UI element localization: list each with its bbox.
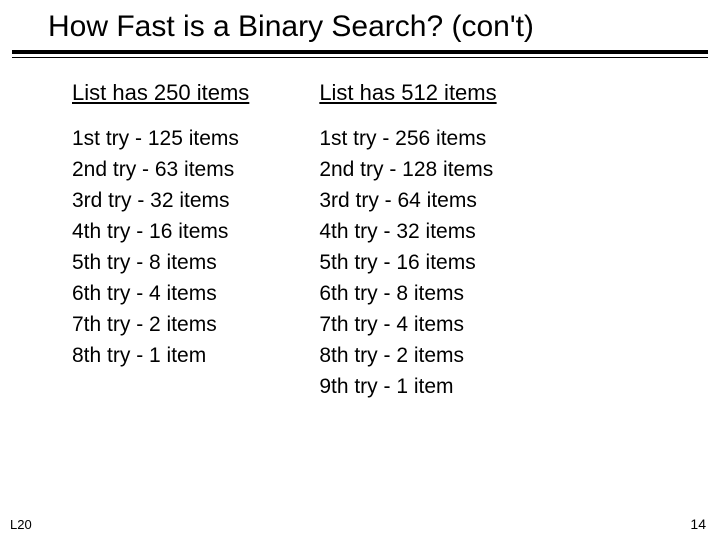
list-item: 2nd try - 128 items bbox=[319, 159, 496, 180]
list-item: 5th try - 16 items bbox=[319, 252, 496, 273]
list-item: 4th try - 32 items bbox=[319, 221, 496, 242]
left-column: List has 250 items 1st try - 125 items 2… bbox=[72, 82, 249, 407]
list-item: 8th try - 2 items bbox=[319, 345, 496, 366]
right-column-header: List has 512 items bbox=[319, 82, 496, 104]
list-item: 6th try - 8 items bbox=[319, 283, 496, 304]
list-item: 7th try - 2 items bbox=[72, 314, 249, 335]
list-item: 3rd try - 32 items bbox=[72, 190, 249, 211]
list-item: 3rd try - 64 items bbox=[319, 190, 496, 211]
list-item: 5th try - 8 items bbox=[72, 252, 249, 273]
list-item: 4th try - 16 items bbox=[72, 221, 249, 242]
list-item: 1st try - 125 items bbox=[72, 128, 249, 149]
list-item: 1st try - 256 items bbox=[319, 128, 496, 149]
footer-right-page-number: 14 bbox=[690, 516, 706, 532]
list-item: 2nd try - 63 items bbox=[72, 159, 249, 180]
list-item: 8th try - 1 item bbox=[72, 345, 249, 366]
footer-left: L20 bbox=[10, 517, 32, 532]
list-item: 7th try - 4 items bbox=[319, 314, 496, 335]
left-column-header: List has 250 items bbox=[72, 82, 249, 104]
right-column: List has 512 items 1st try - 256 items 2… bbox=[319, 82, 496, 407]
slide-title: How Fast is a Binary Search? (con't) bbox=[0, 0, 720, 50]
content-area: List has 250 items 1st try - 125 items 2… bbox=[0, 58, 720, 407]
list-item: 9th try - 1 item bbox=[319, 376, 496, 397]
slide: How Fast is a Binary Search? (con't) Lis… bbox=[0, 0, 720, 540]
divider-thick bbox=[12, 50, 708, 54]
list-item: 6th try - 4 items bbox=[72, 283, 249, 304]
